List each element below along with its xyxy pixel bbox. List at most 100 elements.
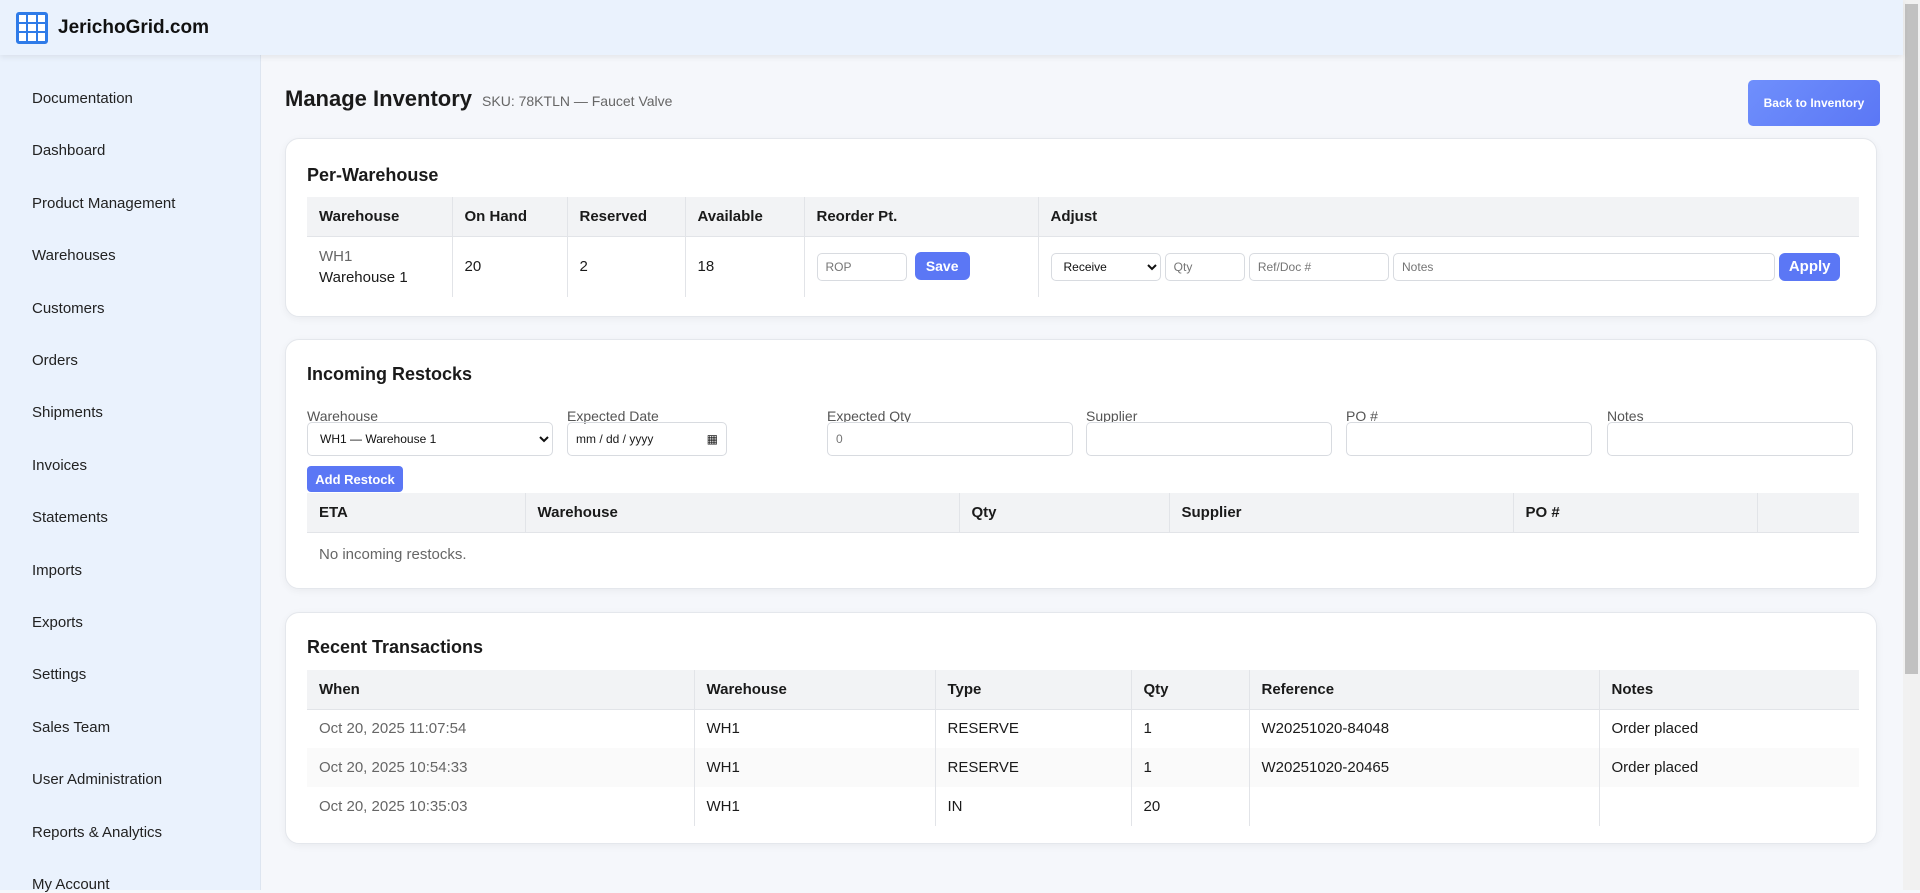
- add-restock-button[interactable]: Add Restock: [307, 466, 403, 492]
- per-warehouse-card: Per-Warehouse Warehouse On Hand Reserved…: [285, 138, 1877, 317]
- table-row: WH1 Warehouse 1 20 2 18 Save Receive Appl…: [307, 236, 1859, 297]
- sidebar-item[interactable]: Orders: [32, 352, 78, 369]
- ref-doc-input[interactable]: [1248, 253, 1389, 281]
- recent-transactions-heading: Recent Transactions: [307, 637, 484, 657]
- per-warehouse-heading: Per-Warehouse: [307, 165, 439, 185]
- rop-input[interactable]: [816, 253, 907, 282]
- transactions-table: When Warehouse Type Qty Reference Notes …: [307, 670, 1859, 826]
- col-header: Warehouse: [524, 493, 959, 533]
- col-header: Available: [684, 197, 804, 237]
- col-header: Type: [934, 670, 1131, 710]
- cell: [1248, 787, 1599, 826]
- cell: Order placed: [1598, 748, 1859, 787]
- col-header: Qty: [958, 493, 1169, 533]
- save-rop-button[interactable]: Save: [914, 252, 970, 281]
- cell: 1: [1130, 709, 1249, 748]
- restock-warehouse-select[interactable]: WH1 — Warehouse 1: [307, 422, 553, 456]
- cell: WH1: [693, 709, 935, 748]
- sidebar-item[interactable]: Product Management: [32, 195, 175, 212]
- cell: RESERVE: [934, 709, 1131, 748]
- col-header: Warehouse: [307, 197, 452, 237]
- table-row: Oct 20, 2025 10:35:03 WH1 IN 20: [307, 787, 1859, 826]
- sidebar-item[interactable]: Statements: [32, 509, 108, 526]
- col-header: Reference: [1248, 670, 1599, 710]
- brand-name[interactable]: JerichoGrid.com: [58, 17, 209, 39]
- expected-qty-input[interactable]: [827, 422, 1073, 456]
- col-header: Adjust: [1037, 197, 1859, 237]
- col-header: Notes: [1598, 670, 1859, 710]
- cell: [1598, 787, 1859, 826]
- po-input[interactable]: [1346, 422, 1592, 456]
- table-header-row: When Warehouse Type Qty Reference Notes: [307, 670, 1859, 710]
- notes-input[interactable]: [1393, 253, 1776, 281]
- sidebar-item[interactable]: Dashboard: [32, 142, 105, 159]
- sidebar-item[interactable]: Invoices: [32, 457, 87, 474]
- cell: Oct 20, 2025 10:35:03: [319, 798, 468, 815]
- col-header: Qty: [1130, 670, 1249, 710]
- cell: Order placed: [1598, 709, 1859, 748]
- col-header: [1756, 493, 1859, 533]
- page-title: Manage Inventory SKU: 78KTLN — Faucet Val…: [285, 86, 672, 112]
- sidebar-item[interactable]: Sales Team: [32, 719, 110, 736]
- col-header: Supplier: [1168, 493, 1513, 533]
- restocks-table: ETA Warehouse Qty Supplier PO # No incom…: [307, 493, 1859, 576]
- warehouse-code: WH1: [319, 247, 353, 265]
- sidebar-item[interactable]: Warehouses: [32, 247, 116, 264]
- reserved-cell: 2: [566, 236, 685, 297]
- col-header: PO #: [1512, 493, 1757, 533]
- qty-input[interactable]: [1164, 253, 1245, 281]
- top-header: JerichoGrid.com: [0, 0, 1903, 55]
- adjust-cell: Receive Apply: [1037, 236, 1859, 297]
- sidebar-item[interactable]: Customers: [32, 300, 105, 317]
- supplier-input[interactable]: [1086, 422, 1332, 456]
- table-header-row: ETA Warehouse Qty Supplier PO #: [307, 493, 1859, 533]
- table-row: Oct 20, 2025 11:07:54 WH1 RESERVE 1 W2025102…: [307, 709, 1859, 748]
- back-to-inventory-button[interactable]: Back to Inventory: [1748, 80, 1880, 126]
- cell: Oct 20, 2025 11:07:54: [319, 720, 467, 738]
- cell: WH1: [693, 748, 935, 787]
- recent-transactions-card: Recent Transactions When Warehouse Type …: [285, 612, 1877, 844]
- scrollbar[interactable]: [1903, 0, 1920, 890]
- cell: Oct 20, 2025 10:54:33: [307, 748, 694, 787]
- available-cell: 18: [684, 236, 804, 297]
- sidebar-item[interactable]: Shipments: [32, 404, 103, 421]
- page-title-text: Manage Inventory: [285, 86, 473, 111]
- date-placeholder: mm / dd / yyyy: [576, 432, 654, 446]
- sidebar: Documentation Dashboard Product Management…: [0, 55, 261, 893]
- cell: WH1: [693, 787, 935, 826]
- sidebar-item[interactable]: Reports & Analytics: [32, 824, 162, 841]
- col-header: When: [307, 670, 694, 710]
- col-header: Reorder Pt.: [803, 197, 1038, 237]
- col-header: Warehouse: [693, 670, 935, 710]
- warehouse-name: Warehouse 1: [319, 268, 408, 286]
- warehouse-cell: WH1 Warehouse 1: [307, 236, 452, 297]
- col-header: Reserved: [566, 197, 685, 237]
- sidebar-item[interactable]: User Administration: [32, 771, 162, 788]
- sidebar-item[interactable]: Imports: [32, 562, 82, 579]
- sidebar-item[interactable]: Documentation: [32, 90, 133, 107]
- incoming-restocks-card: Incoming Restocks Warehouse Expected Dat…: [285, 339, 1877, 589]
- adjust-type-select[interactable]: Receive: [1050, 253, 1161, 281]
- cell: W20251020-20465: [1248, 748, 1599, 787]
- per-warehouse-table: Warehouse On Hand Reserved Available Reo…: [307, 197, 1859, 297]
- reorder-cell: Save: [803, 236, 1038, 297]
- on-hand-cell: 20: [451, 236, 567, 297]
- restock-notes-input[interactable]: [1607, 422, 1853, 456]
- incoming-restocks-heading: Incoming Restocks: [307, 364, 473, 384]
- sidebar-item[interactable]: Exports: [32, 614, 83, 631]
- grid-logo-icon: [16, 11, 48, 44]
- col-header: On Hand: [451, 197, 567, 237]
- cell: IN: [934, 787, 1131, 826]
- scrollbar-thumb[interactable]: [1905, 4, 1918, 674]
- sidebar-item[interactable]: My Account: [32, 876, 110, 893]
- table-row: Oct 20, 2025 10:54:33 WH1 RESERVE 1 W2025102…: [307, 748, 1859, 787]
- expected-date-input[interactable]: mm / dd / yyyy ▦: [567, 422, 727, 456]
- col-header: ETA: [307, 493, 525, 533]
- calendar-icon[interactable]: ▦: [707, 432, 718, 446]
- empty-message: No incoming restocks.: [319, 545, 467, 563]
- cell: RESERVE: [934, 748, 1131, 787]
- cell: W20251020-84048: [1248, 709, 1599, 748]
- apply-button[interactable]: Apply: [1779, 252, 1841, 281]
- cell: 20: [1130, 787, 1249, 826]
- sidebar-item[interactable]: Settings: [32, 666, 86, 683]
